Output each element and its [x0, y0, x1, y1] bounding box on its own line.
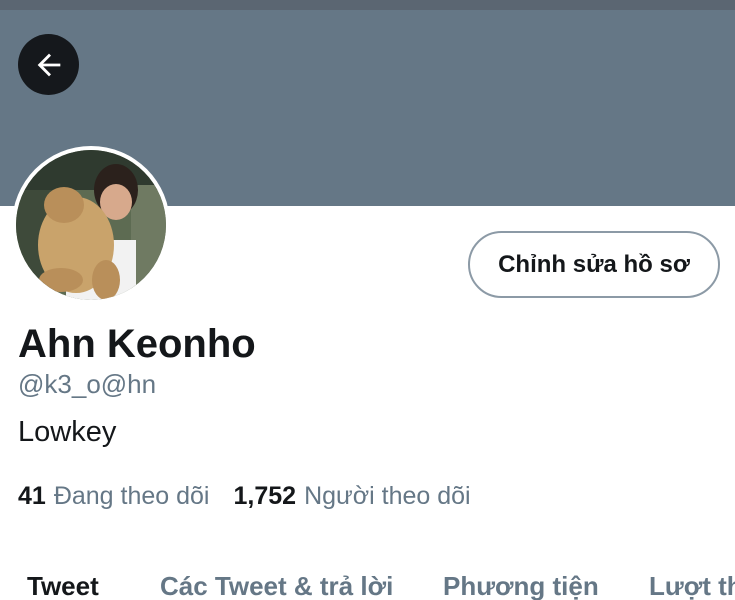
user-handle: @k3_o@hn	[18, 369, 157, 399]
avatar[interactable]	[12, 146, 170, 304]
following-label: Đang theo dõi	[53, 482, 210, 510]
followers-link[interactable]: 1,752 Người theo dõi	[234, 480, 471, 512]
tab-likes[interactable]: Lượt thích	[649, 566, 735, 600]
following-count: 41	[18, 482, 46, 510]
tab-tweets-and-replies[interactable]: Các Tweet & trả lời	[160, 566, 393, 600]
tab-tweets[interactable]: Tweet	[27, 566, 99, 600]
followers-count: 1,752	[233, 482, 297, 510]
avatar-photo	[16, 150, 166, 300]
arrow-left-icon	[37, 53, 60, 76]
following-link[interactable]: 41 Đang theo dõi	[18, 480, 210, 512]
user-bio: Lowkey	[18, 416, 117, 448]
follow-stats: 41 Đang theo dõi 1,752 Người theo dõi	[18, 480, 471, 512]
tab-media[interactable]: Phương tiện	[443, 566, 599, 600]
followers-label: Người theo dõi	[304, 482, 471, 510]
back-button[interactable]	[18, 34, 79, 95]
display-name: Ahn Keonho	[18, 322, 256, 366]
profile-tabs: Tweet Các Tweet & trả lời Phương tiện Lư…	[0, 566, 735, 600]
edit-profile-button[interactable]: Chỉnh sửa hồ sơ	[468, 231, 720, 298]
profile-page: Chỉnh sửa hồ sơ Ahn Keonho @k3_o@hn Lowk…	[0, 0, 735, 600]
status-strip	[0, 0, 735, 10]
